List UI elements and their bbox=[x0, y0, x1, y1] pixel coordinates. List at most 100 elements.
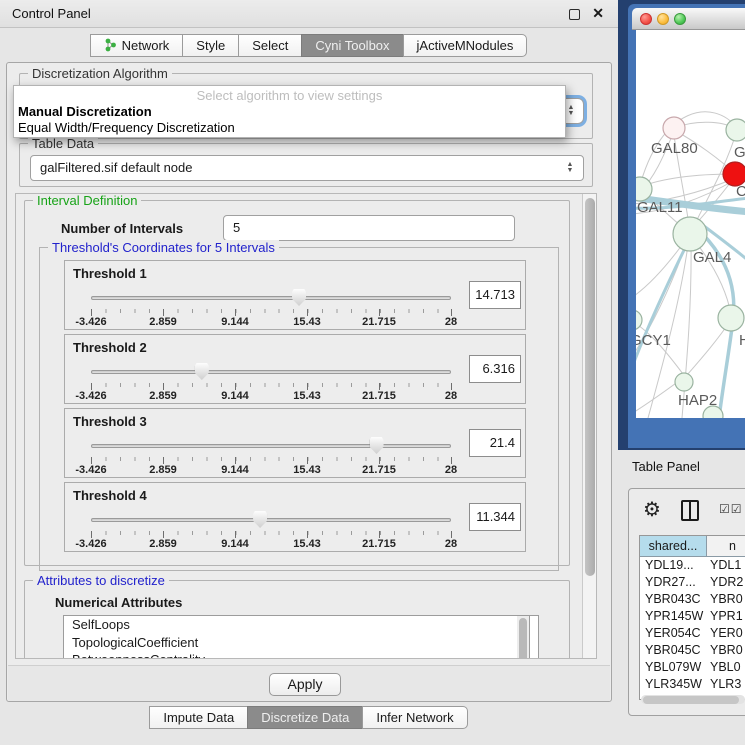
node-label: GCY1 bbox=[636, 332, 671, 349]
bottom-tab-group: Impute Data Discretize Data Infer Networ… bbox=[150, 706, 467, 729]
node-top-right[interactable] bbox=[726, 119, 745, 141]
table-panel: ⚙ ☑☑ shared... n YDL19... YDL1 YDR27... … bbox=[628, 488, 745, 716]
top-tab[interactable]: jActiveMNodules bbox=[403, 34, 528, 57]
top-tab[interactable]: Style bbox=[182, 34, 239, 57]
table-horizontal-scrollbar[interactable] bbox=[641, 695, 745, 704]
threshold-value-field[interactable]: 21.4 bbox=[469, 429, 521, 457]
apply-row: Apply bbox=[8, 665, 610, 701]
slider-handle[interactable] bbox=[195, 363, 209, 380]
table-row[interactable]: YER054C YER0 bbox=[640, 625, 745, 642]
cyni-bottom-tabbar: Impute Data Discretize Data Infer Networ… bbox=[0, 703, 618, 731]
select-columns-icon[interactable]: ☑☑ bbox=[719, 502, 743, 516]
network-canvas[interactable]: GAL80 G C GAL11 GAL4 GCY1 H HAP2 bbox=[636, 30, 745, 418]
split-columns-icon[interactable] bbox=[681, 500, 699, 521]
top-tab[interactable]: Select bbox=[238, 34, 302, 57]
attribute-item[interactable]: BetweennessCentrality bbox=[64, 651, 538, 659]
top-tab-group: Network Style Select Cyni Toolbox jActiv… bbox=[91, 34, 528, 57]
threshold-label: Threshold 4 bbox=[73, 488, 147, 503]
network-window: GAL80 G C GAL11 GAL4 GCY1 H HAP2 bbox=[628, 4, 745, 448]
bottom-tab[interactable]: Discretize Data bbox=[247, 706, 363, 729]
top-tab-label: Network bbox=[122, 38, 170, 53]
gear-icon[interactable]: ⚙ bbox=[643, 497, 661, 522]
bottom-tab[interactable]: Impute Data bbox=[149, 706, 248, 729]
slider-handle[interactable] bbox=[370, 437, 384, 454]
threshold-slider[interactable]: -3.426 2.859 9.144 15.43 21.715 28 bbox=[89, 435, 453, 477]
column-header-shared-name[interactable]: shared... bbox=[640, 536, 707, 557]
minimize-window-button[interactable] bbox=[657, 13, 669, 25]
slider-track[interactable] bbox=[91, 518, 451, 522]
slider-handle[interactable] bbox=[253, 511, 267, 528]
threshold-value-field[interactable]: 11.344 bbox=[469, 503, 521, 531]
list-scrollbar-thumb[interactable] bbox=[519, 618, 527, 659]
threshold-slider[interactable]: -3.426 2.859 9.144 15.43 21.715 28 bbox=[89, 287, 453, 329]
thresholds-group: Threshold's Coordinates for 5 Intervals … bbox=[39, 247, 559, 571]
algorithm-option[interactable]: Equal Width/Frequency Discretization bbox=[14, 120, 565, 136]
bottom-tab-label: Discretize Data bbox=[261, 710, 349, 725]
network-window-titlebar[interactable] bbox=[632, 8, 745, 30]
node-gal80[interactable] bbox=[663, 117, 685, 139]
node-gal4[interactable] bbox=[673, 217, 707, 251]
table-row[interactable]: YBR043C YBR0 bbox=[640, 591, 745, 608]
number-of-intervals-label: Number of Intervals bbox=[61, 221, 183, 236]
threshold-panel: Threshold 2 -3.426 2.859 9.144 bbox=[64, 334, 526, 404]
column-header-name[interactable]: n bbox=[707, 536, 745, 557]
attribute-item[interactable]: SelfLoops bbox=[64, 616, 538, 634]
top-tab[interactable]: Network bbox=[90, 34, 184, 57]
control-panel-tabbar: Network Style Select Cyni Toolbox jActiv… bbox=[0, 31, 618, 59]
table-scrollbar-thumb[interactable] bbox=[643, 696, 739, 704]
table-row[interactable]: YDL19... YDL1 bbox=[640, 557, 745, 574]
node-label: GAL4 bbox=[693, 249, 731, 266]
node-label: H bbox=[739, 332, 745, 349]
slider-track[interactable] bbox=[91, 296, 451, 300]
threshold-value-field[interactable]: 14.713 bbox=[469, 281, 521, 309]
threshold-value-field[interactable]: 6.316 bbox=[469, 355, 521, 383]
top-tab[interactable]: Cyni Toolbox bbox=[301, 34, 403, 57]
algorithm-option[interactable]: Manual Discretization bbox=[14, 104, 565, 120]
interval-definition-group: Interval Definition Number of Intervals … bbox=[24, 200, 570, 566]
slider-scale-labels: -3.426 2.859 9.144 15.43 21.715 28 bbox=[91, 538, 451, 550]
panel-title: Control Panel bbox=[12, 0, 91, 28]
number-of-intervals-combobox[interactable]: 5 bbox=[223, 215, 515, 241]
slider-handle[interactable] bbox=[292, 289, 306, 306]
bottom-tab[interactable]: Infer Network bbox=[362, 706, 467, 729]
list-scrollbar[interactable] bbox=[517, 615, 530, 659]
threshold-slider[interactable]: -3.426 2.859 9.144 15.43 21.715 28 bbox=[89, 509, 453, 551]
table-row[interactable]: YLR345W YLR3 bbox=[640, 676, 745, 693]
slider-scale-labels: -3.426 2.859 9.144 15.43 21.715 28 bbox=[91, 464, 451, 476]
table-row[interactable]: YDR27... YDR2 bbox=[640, 574, 745, 591]
table-panel-title: Table Panel bbox=[632, 459, 700, 474]
interval-definition-legend: Interval Definition bbox=[33, 193, 141, 208]
network-icon bbox=[104, 38, 117, 52]
table-row[interactable]: YPR145W YPR1 bbox=[640, 608, 745, 625]
control-panel-titlebar: Control Panel ✕ bbox=[0, 0, 618, 28]
combo-stepper-icon: ▲▼ bbox=[565, 99, 577, 123]
node-label: C bbox=[736, 183, 745, 200]
threshold-label: Threshold 3 bbox=[73, 414, 147, 429]
settings-vertical-scrollbar[interactable] bbox=[582, 194, 596, 658]
threshold-panel: Threshold 4 -3.426 2.859 9.144 bbox=[64, 482, 526, 552]
node-h[interactable] bbox=[718, 305, 744, 331]
table-header: shared... n bbox=[640, 536, 745, 557]
attribute-item[interactable]: TopologicalCoefficient bbox=[64, 634, 538, 652]
close-window-button[interactable] bbox=[640, 13, 652, 25]
threshold-panel: Threshold 3 -3.426 2.859 9.144 bbox=[64, 408, 526, 478]
float-panel-icon[interactable] bbox=[569, 9, 580, 20]
table-data-combobox[interactable]: galFiltered.sif default node bbox=[30, 155, 584, 181]
top-tab-label: jActiveMNodules bbox=[417, 38, 514, 53]
node-label: GAL11 bbox=[637, 199, 683, 216]
algorithm-option-list: Manual Discretization Equal Width/Freque… bbox=[14, 104, 565, 136]
zoom-window-button[interactable] bbox=[674, 13, 686, 25]
slider-track[interactable] bbox=[91, 370, 451, 374]
close-panel-icon[interactable]: ✕ bbox=[592, 5, 604, 22]
table-row[interactable]: YBL079W YBL0 bbox=[640, 659, 745, 676]
table-data-legend: Table Data bbox=[28, 136, 98, 151]
apply-button[interactable]: Apply bbox=[269, 673, 341, 696]
settings-scrollbar-thumb[interactable] bbox=[585, 198, 595, 576]
slider-track[interactable] bbox=[91, 444, 451, 448]
node-hap2[interactable] bbox=[675, 373, 693, 391]
slider-scale-labels: -3.426 2.859 9.144 15.43 21.715 28 bbox=[91, 316, 451, 328]
threshold-label: Threshold 2 bbox=[73, 340, 147, 355]
table-row[interactable]: YBR045C YBR0 bbox=[640, 642, 745, 659]
threshold-slider[interactable]: -3.426 2.859 9.144 15.43 21.715 28 bbox=[89, 361, 453, 403]
cyni-toolbox-panel: Discretization Algorithm ▲▼ Select algor… bbox=[6, 62, 612, 702]
